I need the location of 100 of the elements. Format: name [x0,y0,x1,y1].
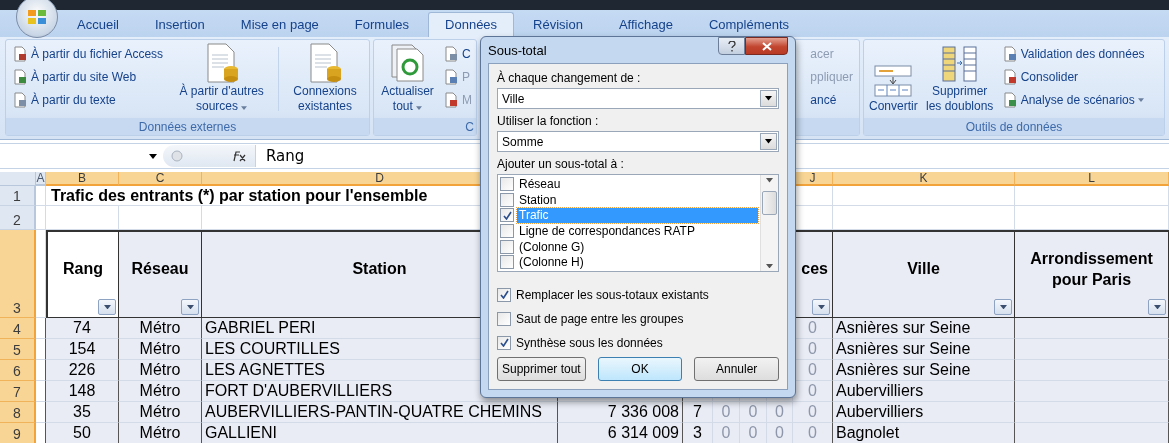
table-cell: 3 [683,423,713,443]
columns-arrow-icon [939,45,980,84]
scrollbar[interactable] [760,175,778,271]
table-cell: Métro [119,402,202,423]
row-header[interactable]: 3 [0,230,36,318]
formula-field[interactable]: Rang [256,147,305,165]
document-icon [443,91,459,108]
checkbox[interactable] [500,208,514,223]
refresh-document-icon [389,43,426,84]
filter-button[interactable] [98,299,116,315]
caret-icon [765,96,772,101]
ribbon-button[interactable]: Validation des données [999,43,1147,64]
group-label: Outils de données [864,118,1164,135]
row-header[interactable]: 8 [0,402,36,423]
document-icon [1001,91,1018,108]
dropdown-field[interactable]: Somme [497,131,779,152]
caret-icon [241,105,248,110]
checkbox[interactable] [497,335,511,350]
table-cell: 74 [46,318,119,339]
ribbon-tab[interactable]: Affichage [601,12,690,37]
column-header[interactable]: K [833,172,1015,186]
office-button[interactable] [16,0,58,38]
table-cell: 0 [793,402,833,423]
dialog-button[interactable]: Annuler [694,357,779,381]
column-header[interactable]: B [46,172,119,186]
checkbox[interactable] [500,239,514,254]
table-cell: 0 [793,423,833,443]
table-cell: 0 [740,402,767,423]
ribbon-button[interactable]: À partir du texte [10,89,166,110]
checkbox[interactable] [500,223,514,238]
dropdown-button[interactable] [760,90,777,107]
checkbox[interactable] [497,311,511,326]
row-header[interactable]: 7 [0,381,36,402]
document-icon [12,91,28,108]
table-cell: Bagnolet [833,423,1015,443]
column-header[interactable]: C [119,172,202,186]
ribbon-tab[interactable]: Compléments [691,12,807,37]
ribbon-tab[interactable]: Formules [337,12,427,37]
filter-button[interactable] [994,299,1012,315]
ribbon-button[interactable]: ancé [808,89,855,110]
document-icon [443,45,459,62]
ribbon-button[interactable]: Actualiser tout [376,43,439,115]
help-button[interactable] [718,37,745,55]
column-heading: Rang [46,230,119,318]
ribbon-tab[interactable]: Accueil [60,12,136,37]
table-cell: 0 [793,381,833,402]
close-button[interactable] [745,37,788,55]
table-cell: 148 [46,381,119,402]
row-header[interactable]: 1 [0,186,36,206]
column-header[interactable]: L [1015,172,1169,186]
check-mark-icon [499,338,509,347]
ribbon-button[interactable]: Connexions existantes [285,43,365,115]
table-cell: Asnières sur Seine [833,360,1015,381]
filter-button[interactable] [181,299,199,315]
table-cell: Asnières sur Seine [833,318,1015,339]
ribbon-button[interactable]: Supprimer les doublons [923,43,996,115]
table-cell: Métro [119,381,202,402]
ribbon-button[interactable]: C [441,43,474,64]
row-header[interactable]: 4 [0,318,36,339]
table-cell: GALLIENI [202,423,558,443]
dropdown-field[interactable]: Ville [497,88,779,109]
ribbon-button[interactable]: Consolider [999,66,1147,87]
row-header[interactable]: 5 [0,339,36,360]
document-icon [443,68,459,85]
checkbox[interactable] [500,192,514,207]
table-cell: 6 314 009 [558,423,683,443]
table-cell: 0 [740,423,767,443]
ribbon-button[interactable]: À partir du site Web [10,66,166,87]
dialog-button[interactable]: Supprimer tout [497,357,586,381]
ribbon-tab[interactable]: Mise en page [223,12,336,37]
table-cell: 226 [46,360,119,381]
caret-icon [766,178,773,183]
checkbox[interactable] [497,287,511,302]
filter-button[interactable] [812,299,830,315]
column-header[interactable]: J [793,172,833,186]
caret-icon [766,263,773,268]
scroll-thumb[interactable] [762,191,777,215]
checkbox[interactable] [500,255,514,270]
table-cell: Métro [119,339,202,360]
ribbon-tab[interactable]: Révision [516,12,600,37]
dropdown-button[interactable] [760,133,777,150]
dialog-button[interactable]: OK [597,357,683,381]
row-header[interactable]: 9 [0,423,36,443]
table-cell: Métro [119,423,202,443]
ribbon-button[interactable]: Convertir [867,43,920,115]
table-arrow-icon [873,63,914,98]
ribbon-tab[interactable]: Insertion [137,12,222,37]
caret-icon [416,105,423,110]
field-label: Ajouter un sous-total à : [497,157,625,171]
ribbon-button[interactable]: Analyse de scénarios [999,89,1147,110]
row-header[interactable]: 6 [0,360,36,381]
ribbon-button[interactable]: À partir d'autres sources [171,43,273,115]
row-header[interactable]: 2 [0,206,36,230]
checkbox[interactable] [500,176,514,191]
table-cell: Métro [119,360,202,381]
ribbon-button[interactable]: À partir du fichier Access [10,43,166,64]
ribbon-tab[interactable]: Données [428,12,515,37]
table-cell: Aubervilliers [833,402,1015,423]
table-cell: 0 [793,318,833,339]
filter-button[interactable] [1148,299,1166,315]
